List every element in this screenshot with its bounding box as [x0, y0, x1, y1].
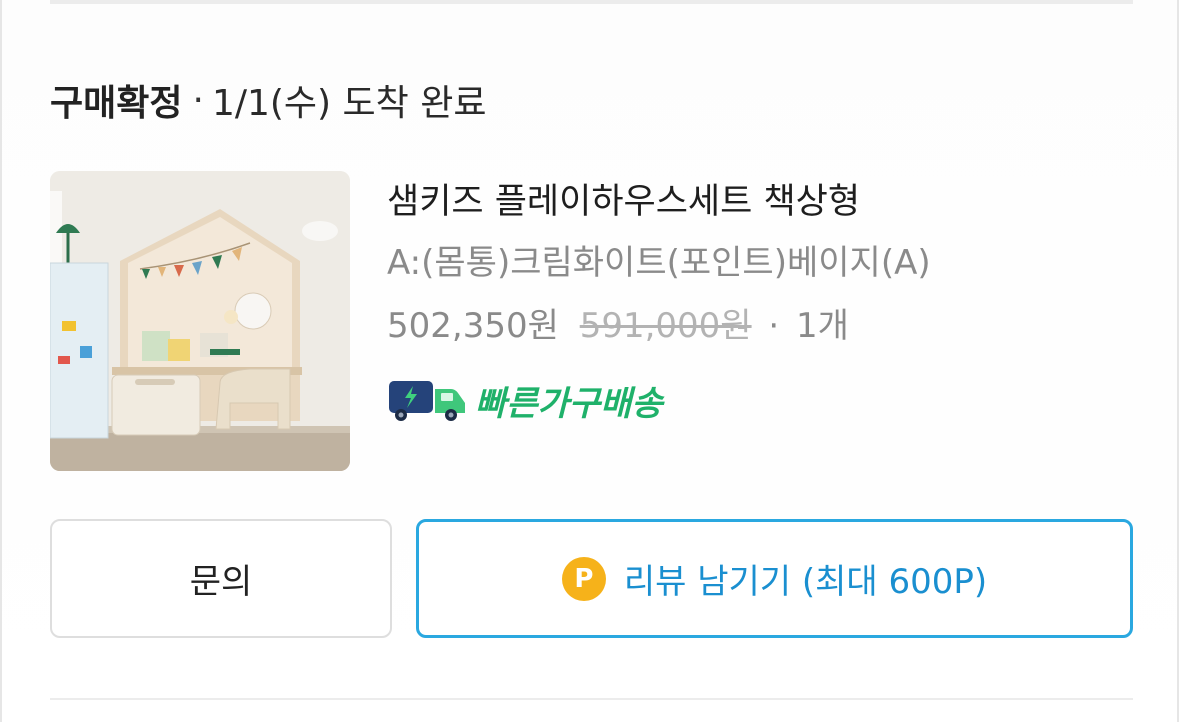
- delivery-date: 1/1(수) 도착 완료: [211, 83, 487, 124]
- inquiry-button[interactable]: 문의: [50, 519, 392, 638]
- status-separator: ·: [192, 79, 204, 121]
- top-divider: [50, 0, 1133, 4]
- write-review-button[interactable]: P 리뷰 남기기 (최대 600P): [416, 519, 1133, 638]
- truck-icon: [389, 381, 465, 421]
- product-option: A:(몸통)크림화이트(포인트)베이지(A): [387, 243, 931, 283]
- inquiry-button-label: 문의: [189, 562, 253, 602]
- delivery-badge: 빠른가구배송: [387, 370, 1147, 430]
- sale-price: 502,350원: [387, 306, 559, 346]
- original-price: 591,000원: [579, 306, 752, 346]
- quantity-separator: ·: [768, 306, 780, 346]
- order-item-card: 구매확정 · 1/1(수) 도착 완료 샘키즈 플레이하우스세트 책상형 A:(…: [0, 0, 1179, 722]
- order-status: 구매확정: [50, 83, 183, 124]
- point-icon: P: [561, 556, 606, 601]
- price-row: 502,350원 591,000원 · 1개: [387, 296, 1147, 362]
- delivery-label: 빠른가구배송: [475, 383, 663, 424]
- order-status-line: 구매확정 · 1/1(수) 도착 완료: [50, 74, 486, 126]
- bottom-divider: [50, 698, 1133, 700]
- quantity: 1개: [796, 306, 849, 346]
- write-review-label: 리뷰 남기기 (최대 600P): [623, 562, 988, 602]
- product-info: 샘키즈 플레이하우스세트 책상형 A:(몸통)크림화이트(포인트)베이지(A) …: [387, 176, 1147, 430]
- product-name[interactable]: 샘키즈 플레이하우스세트 책상형: [387, 176, 1147, 228]
- product-image[interactable]: [50, 171, 350, 471]
